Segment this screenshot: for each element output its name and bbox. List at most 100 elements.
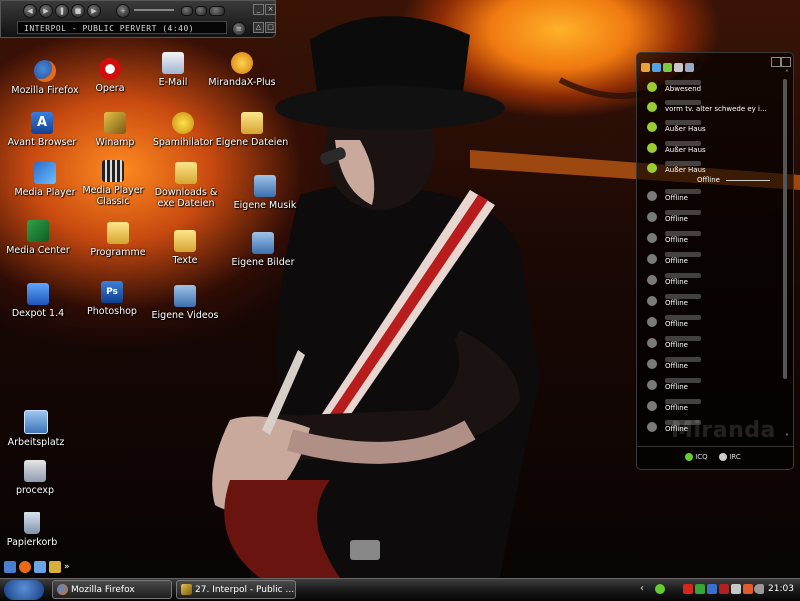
miranda-minimize-icon[interactable] [771,57,781,67]
contact-item[interactable]: Offline [637,336,777,357]
contact-item[interactable]: Offline [637,315,777,336]
volume-icon[interactable] [754,584,764,594]
clock[interactable]: 21:03 [768,584,794,594]
desktop-icon-procexp[interactable]: procexp [0,460,75,496]
next-icon[interactable]: ▶ [87,4,101,18]
contact-item[interactable]: Abwesend [637,80,777,101]
winamp-player[interactable]: ◀ ▶ ❚ ■ ▶ + _ × INTERPOL - PUBLIC PERVER… [0,0,276,38]
desktop-wallpaper: Mozilla Firefox A Avant Browser Media Pl… [0,0,800,578]
media-player-classic-icon [102,160,124,182]
desktop-icon-eigene-bilder[interactable]: Eigene Bilder [223,232,303,268]
stop-icon[interactable]: ■ [71,4,85,18]
play-icon[interactable]: ▶ [39,4,53,18]
menu-icon[interactable]: ≡ [232,22,246,36]
desktop-icon-photoshop[interactable]: Ps Photoshop [72,281,152,317]
contact-item[interactable]: Außer Haus [637,120,777,141]
contact-item[interactable]: Offline [637,399,777,420]
contact-status: Außer Haus [665,166,706,174]
miranda-tray-icon[interactable] [655,584,665,594]
miranda-icon [231,52,253,74]
tray-expand-icon[interactable]: ‹ [640,583,644,595]
options-icon[interactable] [685,63,694,72]
desktop-icon-spamihilator[interactable]: Spamihilator [143,112,223,148]
contact-item[interactable]: Offline [637,357,777,378]
contact-status: Offline [665,278,688,286]
status-offline-icon [647,233,657,243]
mail-tray-icon[interactable] [743,584,753,594]
photoshop-icon: Ps [101,281,123,303]
volume-slider[interactable] [134,9,174,11]
network-tray-icon[interactable] [707,584,717,594]
contact-item[interactable]: Außer Haus [637,141,777,162]
repeat-icon[interactable] [195,6,207,16]
desktop-icon-email[interactable]: E-Mail [133,52,213,88]
status-away-icon [647,102,657,112]
close-icon[interactable]: × [265,4,276,15]
firefox-quicklaunch-icon[interactable] [19,561,31,573]
taskbar-item-firefox[interactable]: Mozilla Firefox [52,580,172,599]
desktop-icon-papierkorb[interactable]: Papierkorb [0,512,72,548]
desktop-icon-media-player-classic[interactable]: Media Player Classic [73,160,153,207]
desktop-icon-eigene-dateien[interactable]: Eigene Dateien [212,112,292,148]
home-icon[interactable] [641,63,650,72]
miranda-close-icon[interactable] [781,57,791,67]
icq-status[interactable]: ICQ [685,453,708,461]
desktop-icon-texte[interactable]: Texte [145,230,225,266]
open-icon[interactable]: + [116,4,130,18]
status-offline-icon [647,422,657,432]
messenger-tray-icon[interactable] [731,584,741,594]
contact-status: Offline [665,404,688,412]
start-button[interactable] [4,580,44,600]
desktop-icon-arbeitsplatz[interactable]: Arbeitsplatz [0,410,76,448]
miranda-scrollbar[interactable] [783,79,787,379]
switch-windows-icon[interactable] [34,561,46,573]
find-icon[interactable] [674,63,683,72]
more-icon[interactable]: » [64,561,74,573]
contact-item[interactable]: Offline [637,378,777,399]
contact-item[interactable]: Offline [637,231,777,252]
contact-item[interactable]: Offline [637,252,777,273]
desktop-icon-avant-browser[interactable]: A Avant Browser [2,112,82,148]
folder-icon [175,162,197,184]
tool-tray-icon[interactable] [719,584,729,594]
status-away-icon [647,122,657,132]
shade-icon[interactable]: △ [253,22,264,33]
scroll-down-icon[interactable]: ˅ [785,433,789,442]
user-icon[interactable] [663,63,672,72]
shuffle-icon[interactable] [181,6,193,16]
status-offline-icon [647,296,657,306]
desktop-icon-eigene-musik[interactable]: Eigene Musik [225,175,305,211]
contact-item[interactable]: Offline [637,210,777,231]
previous-icon[interactable]: ◀ [23,4,37,18]
contact-item[interactable]: vorm tv. alter schwede ey i... [637,100,777,121]
minimize-icon[interactable]: _ [253,4,264,15]
winamp-quicklaunch-icon[interactable] [49,561,61,573]
check-tray-icon[interactable] [695,584,705,594]
expand-icon[interactable]: □ [265,22,276,33]
firefox-icon [57,584,68,595]
desktop-icon-eigene-videos[interactable]: Eigene Videos [145,285,225,321]
contact-status: Offline [665,320,688,328]
desktop-icon-downloads[interactable]: Downloads & exe Dateien [146,162,226,209]
offline-group-header[interactable]: Offline [697,176,771,184]
irc-status[interactable]: IRC [719,453,741,461]
contact-item[interactable]: Offline [637,273,777,294]
miranda-watermark: Miranda [671,418,776,443]
contact-status: vorm tv. alter schwede ey i... [665,105,767,113]
contact-item[interactable]: Offline [637,294,777,315]
scroll-up-icon[interactable]: ˄ [785,69,789,78]
playlist-icon[interactable] [209,6,225,16]
globe-icon[interactable] [652,63,661,72]
media-player-icon [34,162,56,184]
desktop-icon-mirandax-plus[interactable]: MirandaX-Plus [202,52,282,88]
desktop-icon-dexpot[interactable]: Dexpot 1.4 [0,283,78,319]
pause-icon[interactable]: ❚ [55,4,69,18]
miranda-contact-list[interactable]: Abwesend vorm tv. alter schwede ey i... Au… [636,52,794,470]
show-desktop-icon[interactable] [4,561,16,573]
taskbar-item-winamp[interactable]: 27. Interpol - Public ... [176,580,296,599]
desktop-icon-media-center[interactable]: Media Center [0,220,78,256]
antivirus-tray-icon[interactable] [683,584,693,594]
status-offline-icon [647,317,657,327]
firefox-icon [34,60,56,82]
contact-item[interactable]: Offline [637,189,777,210]
